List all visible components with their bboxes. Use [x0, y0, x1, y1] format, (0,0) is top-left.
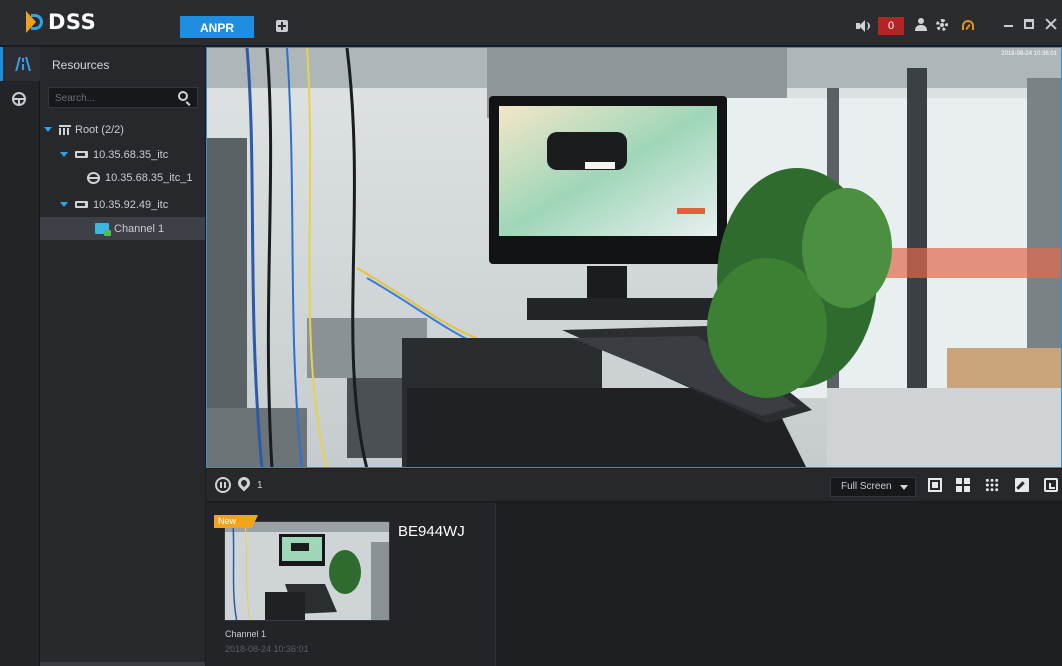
exit-window-icon[interactable]	[1044, 478, 1058, 492]
gear-icon[interactable]	[936, 19, 948, 31]
record-thumbnail[interactable]	[224, 521, 390, 621]
device-icon	[75, 201, 88, 208]
channel-icon	[95, 223, 111, 236]
resources-panel: Resources Root (2/2) 10.35.68.35_itc 10.…	[40, 47, 205, 666]
plate-number: BE944WJ	[398, 523, 465, 540]
user-icon[interactable]	[915, 18, 927, 32]
search-box[interactable]	[48, 87, 198, 108]
sound-icon[interactable]	[856, 20, 870, 32]
steering-wheel-icon	[12, 92, 26, 106]
tree-item-device[interactable]: 10.35.92.49_itc	[42, 193, 203, 216]
rail-item-resources[interactable]	[0, 47, 40, 81]
tree-item-label: 10.35.92.49_itc	[93, 198, 169, 211]
chevron-down-icon	[900, 485, 908, 490]
dss-logo-icon	[26, 11, 46, 33]
tree-item-channel-1[interactable]: Channel 1	[40, 217, 205, 240]
search-icon[interactable]	[178, 91, 188, 101]
fullscreen-label: Full Screen	[841, 481, 892, 492]
gauge-icon[interactable]	[962, 20, 974, 30]
search-input[interactable]	[55, 91, 165, 105]
tab-anpr[interactable]: ANPR	[180, 16, 254, 38]
top-bar: DSS ANPR 0	[0, 0, 1062, 46]
panel-title: Resources	[52, 58, 110, 72]
video-image	[207, 48, 1061, 467]
new-badge: New	[214, 515, 258, 528]
maximize-icon[interactable]	[1024, 19, 1034, 29]
rail-item-vehicle[interactable]	[0, 83, 40, 117]
panel-scrollbar[interactable]	[40, 662, 205, 666]
left-icon-rail	[0, 47, 40, 666]
video-controls-bar: 1 Full Screen	[206, 469, 1062, 502]
thumbnail-image	[225, 522, 389, 620]
live-video[interactable]: 2018-08-24 10:36:01	[206, 47, 1062, 468]
tree-item-label: Root (2/2)	[75, 123, 124, 136]
layout-9-icon[interactable]	[985, 478, 999, 492]
edit-icon[interactable]	[1015, 478, 1029, 492]
alarm-count-badge[interactable]: 0	[878, 17, 904, 35]
dss-logo: DSS	[26, 8, 96, 36]
location-pin-icon[interactable]	[235, 474, 253, 492]
caret-down-icon[interactable]	[44, 127, 52, 132]
tree-item-root[interactable]: Root (2/2)	[42, 118, 203, 141]
logo-text: DSS	[48, 10, 97, 34]
record-channel: Channel 1	[225, 629, 267, 639]
add-tab-icon[interactable]	[276, 20, 288, 32]
tree-item-itc-channel[interactable]: 10.35.68.35_itc_1	[42, 166, 203, 189]
itc-camera-icon	[87, 171, 100, 184]
video-timestamp: 2018-08-24 10:36:01	[1001, 51, 1057, 57]
layout-1-icon[interactable]	[928, 478, 942, 492]
device-icon	[75, 151, 88, 158]
record-timestamp: 2018-08-24 10:36:01	[225, 644, 309, 654]
tree-item-device[interactable]: 10.35.68.35_itc	[42, 143, 203, 166]
caret-down-icon[interactable]	[60, 152, 68, 157]
tree-item-label: 10.35.68.35_itc	[93, 148, 169, 161]
fullscreen-dropdown[interactable]: Full Screen	[830, 477, 916, 497]
tree-item-label: 10.35.68.35_itc_1	[105, 171, 193, 184]
organization-icon	[59, 124, 71, 135]
anpr-app: DSS ANPR 0 Resources Root (2/2)	[0, 0, 1062, 666]
minimize-icon[interactable]	[1004, 25, 1013, 27]
pin-count: 1	[257, 480, 263, 491]
tree-item-label: Channel 1	[114, 222, 165, 235]
close-icon[interactable]	[1044, 17, 1058, 31]
anpr-record-list: New BE944WJ Channel 1 2018-08-24 10:36:0…	[206, 503, 1062, 666]
caret-down-icon[interactable]	[60, 202, 68, 207]
layout-4-icon[interactable]	[956, 478, 970, 492]
record-card[interactable]: New BE944WJ Channel 1 2018-08-24 10:36:0…	[206, 503, 496, 666]
pause-icon[interactable]	[215, 477, 231, 493]
resource-icon	[15, 57, 31, 71]
